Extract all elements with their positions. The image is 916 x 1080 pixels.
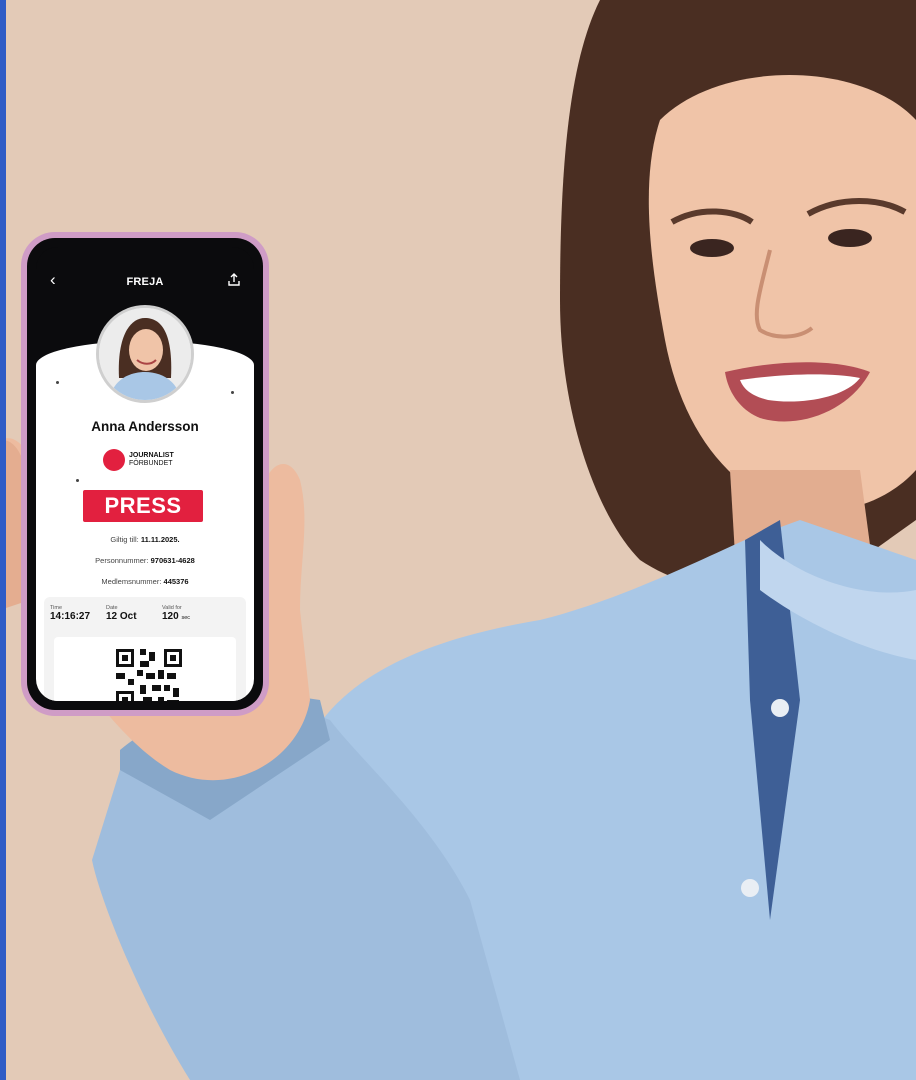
left-edge-bar bbox=[0, 0, 6, 1080]
journalist-logo-icon bbox=[103, 449, 125, 471]
personal-number-row: Personnummer: 970631-4628 bbox=[36, 556, 254, 565]
time-cell: Time 14:16:27 bbox=[50, 605, 90, 622]
member-number-label: Medlemsnummer: bbox=[101, 577, 162, 586]
valid-cell: Valid for 120 sec bbox=[162, 605, 190, 622]
journalist-logo: JOURNALIST FÖRBUNDET bbox=[103, 448, 174, 472]
valid-value: 120 sec bbox=[162, 611, 190, 622]
holder-name: Anna Andersson bbox=[91, 419, 199, 434]
smartphone: ‹ FREJA Anna Andersson JOURNALIST FÖRBUN… bbox=[21, 232, 269, 716]
decor-dot bbox=[76, 479, 79, 482]
member-number-value: 445376 bbox=[163, 577, 189, 586]
app-title: FREJA bbox=[126, 276, 164, 288]
valid-until-row: Giltig till: 11.11.2025. bbox=[36, 535, 254, 544]
valid-unit: sec bbox=[181, 615, 191, 621]
logo-line-1: JOURNALIST bbox=[129, 452, 174, 459]
logo-text: JOURNALIST FÖRBUNDET bbox=[129, 452, 174, 468]
valid-until-label: Giltig till: bbox=[110, 535, 139, 544]
time-value: 14:16:27 bbox=[50, 611, 91, 622]
valid-until-value: 11.11.2025. bbox=[140, 535, 180, 544]
press-badge: PRESS bbox=[83, 490, 203, 522]
qr-code-icon[interactable] bbox=[116, 649, 182, 701]
personal-number-value: 970631-4628 bbox=[150, 556, 195, 565]
decor-dot bbox=[231, 391, 234, 394]
date-cell: Date 12 Oct bbox=[106, 605, 137, 622]
decor-dot bbox=[56, 381, 59, 384]
date-value: 12 Oct bbox=[106, 611, 137, 622]
valid-seconds: 120 bbox=[162, 611, 179, 622]
share-icon[interactable] bbox=[227, 273, 241, 287]
qr-container bbox=[54, 637, 236, 701]
avatar bbox=[96, 305, 194, 403]
validation-panel: Time 14:16:27 Date 12 Oct Valid for 120 … bbox=[44, 597, 246, 701]
phone-bezel: ‹ FREJA Anna Andersson JOURNALIST FÖRBUN… bbox=[27, 238, 263, 710]
personal-number-label: Personnummer: bbox=[95, 556, 149, 565]
logo-line-2: FÖRBUNDET bbox=[129, 460, 173, 467]
phone-screen: ‹ FREJA Anna Andersson JOURNALIST FÖRBUN… bbox=[36, 247, 254, 701]
member-number-row: Medlemsnummer: 445376 bbox=[36, 577, 254, 586]
